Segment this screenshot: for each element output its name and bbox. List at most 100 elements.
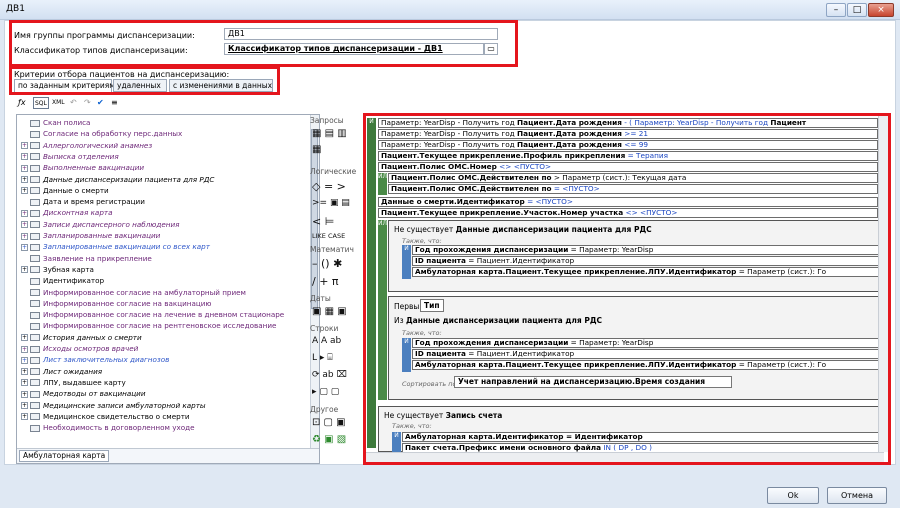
field-icon (30, 266, 40, 274)
tree-item[interactable]: + Запланированные вакцинации (21, 230, 160, 241)
tree-item[interactable]: Идентификатор (21, 275, 104, 286)
tree-item[interactable]: + Медицинское свидетельство о смерти (21, 411, 190, 422)
expand-icon[interactable]: + (21, 356, 28, 364)
tree-item[interactable]: Согласие на обработку перс.данных (21, 128, 182, 139)
query-icons-row2[interactable]: ▦ (312, 144, 321, 155)
expand-icon[interactable]: + (21, 232, 28, 240)
tab-ambulatory-card[interactable]: Амбулаторная карта (19, 450, 110, 462)
sql-icon[interactable]: SQL (33, 97, 49, 109)
math-ops-row1[interactable]: – () ✱ (312, 257, 342, 270)
expand-icon[interactable]: + (21, 379, 28, 387)
function-icon[interactable]: ƒx (18, 97, 26, 109)
condition-row[interactable]: Параметр: YearDisp - Получить год Пациен… (378, 129, 878, 139)
expand-icon[interactable]: + (21, 243, 28, 251)
condition-row[interactable]: Пациент.Полис ОМС.Номер <> <ПУСТО> (378, 162, 878, 172)
cancel-button[interactable]: Отмена (827, 487, 887, 504)
block1-cond-2[interactable]: ID пациента = Пациент.Идентификатор (412, 256, 882, 266)
expand-icon[interactable]: + (21, 334, 28, 342)
canvas-hscroll[interactable] (366, 452, 884, 462)
string-ops-row2[interactable]: L ▸ ⌸ (312, 353, 333, 363)
logical-ops-row3[interactable]: < ⊨ (312, 215, 334, 228)
tree-item[interactable]: + Лист ожидания (21, 366, 102, 377)
or1-condition-2[interactable]: Пациент.Полис ОМС.Действителен по = <ПУС… (388, 184, 878, 194)
condition-row[interactable]: Пациент.Текущее прикрепление.Профиль при… (378, 151, 878, 161)
xml-icon[interactable]: XML (52, 97, 65, 109)
check-icon[interactable]: ✔ (97, 97, 104, 109)
tree-item[interactable]: + Дисконтная карта (21, 207, 112, 218)
tree-item[interactable]: Дата и время регистрации (21, 196, 145, 207)
operator-palette: Запросы ▦ ▤ ▥ ▦ Логические ◇ = > >= ▣ ▤ … (310, 114, 356, 464)
format-icon[interactable]: ≡ (111, 97, 118, 109)
close-button[interactable]: × (868, 3, 894, 17)
tree-item[interactable]: + Выполненные вакцинации (21, 162, 144, 173)
condition-row[interactable]: Параметр: YearDisp - Получить год Пациен… (378, 118, 878, 128)
string-ops-row4[interactable]: ▸ ▢ ▢ (312, 387, 339, 397)
death-condition[interactable]: Данные о смерти.Идентификатор = <ПУСТО> (378, 197, 878, 207)
tree-item[interactable]: Информированное согласие на вакцинацию (21, 298, 211, 309)
ok-button[interactable]: Ok (767, 487, 819, 504)
tree-item[interactable]: Информированное согласие на амбулаторный… (21, 287, 246, 298)
string-ops-row1[interactable]: A A ab (312, 336, 341, 346)
tree-item[interactable]: + Зубная карта (21, 264, 94, 275)
tree-item[interactable]: + История данных о смерти (21, 332, 142, 343)
string-ops-row3[interactable]: ⟳ ab ⌧ (312, 370, 347, 380)
block2-cond-1[interactable]: Год прохождения диспансеризации = Параме… (412, 338, 882, 348)
tree-item[interactable]: + Данные о смерти (21, 185, 109, 196)
canvas-vscroll[interactable] (878, 116, 888, 452)
block3-cond-1[interactable]: Амбулаторная карта.Идентификатор = Идент… (402, 432, 882, 442)
condition-row[interactable]: Параметр: YearDisp - Получить год Пациен… (378, 140, 878, 150)
expand-icon[interactable]: + (21, 187, 28, 195)
tree-item[interactable]: Информированное согласие на лечение в дн… (21, 309, 284, 320)
block1-cond-1[interactable]: Год прохождения диспансеризации = Параме… (412, 245, 882, 255)
block1-cond-3[interactable]: Амбулаторная карта.Пациент.Текущее прикр… (412, 267, 882, 277)
expand-icon[interactable]: + (21, 164, 28, 172)
logical-ops-row1[interactable]: ◇ = > (312, 180, 346, 193)
criteria-canvas[interactable]: И Параметр: YearDisp - Получить год Паци… (363, 113, 891, 465)
tree-item[interactable]: + Аллергологический анамнез (21, 140, 152, 151)
tree-item[interactable]: + Данные диспансеризации пациента для РДС (21, 174, 214, 185)
type-select[interactable]: Тип (420, 299, 444, 312)
logical-ops-row2[interactable]: >= ▣ ▤ (312, 198, 350, 208)
expand-icon[interactable]: + (21, 345, 28, 353)
query-icons-row1[interactable]: ▦ ▤ ▥ (312, 128, 347, 139)
block2-cond-2[interactable]: ID пациента = Пациент.Идентификатор (412, 349, 882, 359)
expand-icon[interactable]: + (21, 266, 28, 274)
tree-item[interactable]: + Выписка отделения (21, 151, 119, 162)
math-ops-row2[interactable]: / + π (312, 275, 339, 288)
tree-item[interactable]: + ЛПУ, выдавшее карту (21, 377, 126, 388)
entity-tree[interactable]: Скан полиса Согласие на обработку перс.да… (16, 114, 320, 464)
field-icon (30, 221, 40, 229)
expand-icon[interactable]: + (21, 368, 28, 376)
maximize-button[interactable]: □ (847, 3, 867, 17)
tree-item[interactable]: + Лист заключительных диагнозов (21, 354, 169, 365)
minimize-button[interactable]: – (826, 3, 846, 17)
expand-icon[interactable]: + (21, 413, 28, 421)
tree-item[interactable]: + Медотводы от вакцинации (21, 388, 146, 399)
expand-icon[interactable]: + (21, 142, 28, 150)
date-icons[interactable]: ▣ ▦ ▣ (312, 306, 347, 317)
tree-item[interactable]: Необходимость в договорленном уходе (21, 422, 195, 433)
tree-item[interactable]: Заявление на прикрепление (21, 253, 152, 264)
expand-icon[interactable]: + (21, 402, 28, 409)
other-icons-row2[interactable]: ♻ ▣ ▧ (312, 434, 346, 445)
tree-item[interactable]: + Исходы осмотров врачей (21, 343, 138, 354)
tree-item[interactable]: + Записи диспансерного наблюдения (21, 219, 179, 230)
expand-icon[interactable]: + (21, 153, 28, 161)
tree-item[interactable]: Информированное согласие на рентгеновско… (21, 320, 276, 331)
other-icons-row1[interactable]: ⊡ ▢ ▣ (312, 417, 346, 428)
tree-item[interactable]: + Медицинские записи амбулаторной карты (21, 400, 206, 411)
block2-cond-3[interactable]: Амбулаторная карта.Пациент.Текущее прикр… (412, 360, 882, 370)
expand-icon[interactable]: + (21, 221, 28, 229)
tree-item[interactable]: Скан полиса (21, 117, 90, 128)
expand-icon[interactable]: + (21, 176, 28, 183)
redo-icon[interactable]: ↷ (84, 97, 91, 109)
expand-icon[interactable]: + (21, 209, 28, 217)
logical-ops-row4[interactable]: LIKE CASE (312, 232, 345, 240)
undo-icon[interactable]: ↶ (70, 97, 77, 109)
sort-field[interactable]: Учет направлений на диспансеризацию.Врем… (454, 376, 732, 388)
district-condition[interactable]: Пациент.Текущее прикрепление.Участок.Ном… (378, 208, 878, 218)
expand-icon[interactable]: + (21, 390, 28, 398)
tree-item[interactable]: + Запланированные вакцинации со всех карт (21, 241, 210, 252)
or1-condition-1[interactable]: Пациент.Полис ОМС.Действителен по > Пара… (388, 173, 878, 183)
